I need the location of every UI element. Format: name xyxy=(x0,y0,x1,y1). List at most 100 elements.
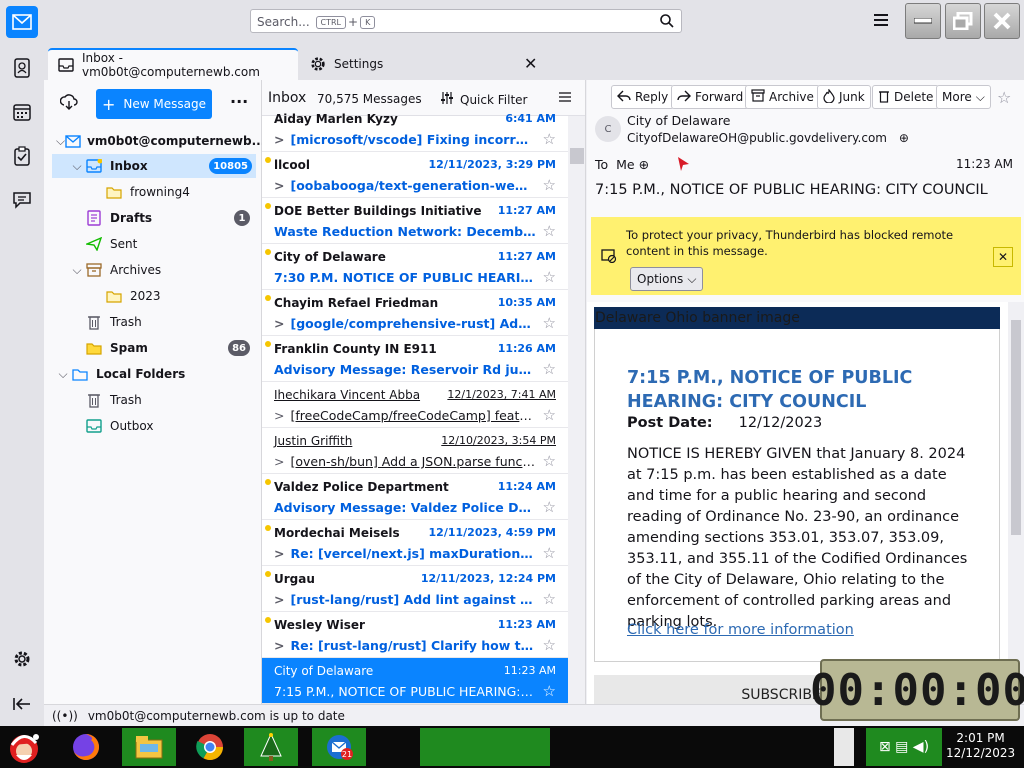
minimize-button[interactable] xyxy=(905,3,941,39)
calendar-icon[interactable] xyxy=(10,100,34,124)
spam-badge: 86 xyxy=(228,340,250,356)
folder-account[interactable]: ⌵ vm0b0t@computernewb.... xyxy=(56,129,270,153)
message-row[interactable]: Chayim Refael Friedman 10:35 AM > [google… xyxy=(262,290,568,336)
archive-button[interactable]: Archive xyxy=(745,85,820,109)
thunderbird-icon[interactable]: 21 xyxy=(312,728,366,766)
app-menu-icon[interactable] xyxy=(872,12,890,31)
taskbar-window[interactable] xyxy=(420,728,550,766)
folder-local-trash[interactable]: Trash xyxy=(84,388,250,412)
junk-button[interactable]: Junk xyxy=(817,85,871,109)
search-icon[interactable] xyxy=(659,13,675,32)
message-row[interactable]: Mordechai Meisels 12/11/2023, 4:59 PM > R… xyxy=(262,520,568,566)
close-notification-icon[interactable]: ✕ xyxy=(993,247,1013,267)
folder-inbox[interactable]: ⌵ Inbox 10805 xyxy=(52,154,256,178)
star-icon[interactable]: ☆ xyxy=(543,544,556,562)
star-icon[interactable]: ☆ xyxy=(543,590,556,608)
system-tray-icons[interactable]: ⊠ ▤ ◀) xyxy=(866,728,942,766)
privacy-text: To protect your privacy, Thunderbird has… xyxy=(626,228,954,258)
forward-button[interactable]: Forward xyxy=(671,85,750,109)
tab-inbox[interactable]: Inbox - vm0b0t@computernewb.com xyxy=(48,48,298,80)
folder-local-folders[interactable]: ⌵ Local Folders xyxy=(56,362,250,386)
message-row[interactable]: Urgau 12/11/2023, 12:24 PM > [rust-lang/r… xyxy=(262,566,568,612)
gear-icon xyxy=(310,56,326,72)
new-message-button[interactable]: + New Message xyxy=(96,89,212,119)
folder-sent[interactable]: Sent xyxy=(84,232,250,256)
message-row[interactable]: Franklin County IN E911 11:26 AM Advisor… xyxy=(262,336,568,382)
unread-dot xyxy=(265,249,271,255)
chat-icon[interactable] xyxy=(10,188,34,212)
scroll-thumb[interactable] xyxy=(1011,320,1021,535)
display-options-icon[interactable] xyxy=(558,90,572,107)
message-row[interactable]: Ihechikara Vincent Abba 12/1/2023, 7:41 … xyxy=(262,382,568,428)
tree-app-icon[interactable] xyxy=(244,728,298,766)
start-santa-icon[interactable] xyxy=(4,728,44,766)
star-icon[interactable]: ☆ xyxy=(543,452,556,470)
search-box[interactable]: Search... CTRL + K xyxy=(250,9,682,33)
options-button[interactable]: Options ⌵ xyxy=(630,267,704,291)
tasks-icon[interactable] xyxy=(10,144,34,168)
message-row[interactable]: Valdez Police Department 11:24 AM Adviso… xyxy=(262,474,568,520)
account-mail-icon xyxy=(65,134,81,148)
close-window-button[interactable] xyxy=(984,3,1020,39)
message-row[interactable]: City of Delaware 11:27 AM 7:30 P.M. NOTI… xyxy=(262,244,568,290)
message-row[interactable]: Wesley Wiser 11:23 AM > Re: [rust-lang/ru… xyxy=(262,612,568,658)
star-icon[interactable]: ☆ xyxy=(543,636,556,654)
reply-button[interactable]: Reply xyxy=(611,85,675,109)
delete-button[interactable]: Delete xyxy=(872,85,940,109)
restore-button[interactable] xyxy=(945,3,981,39)
star-icon[interactable]: ☆ xyxy=(543,268,556,286)
folder-outbox[interactable]: Outbox xyxy=(84,414,250,438)
message-row[interactable]: DOE Better Buildings Initiative 11:27 AM… xyxy=(262,198,568,244)
star-icon[interactable]: ☆ xyxy=(543,222,556,240)
star-icon[interactable]: ☆ xyxy=(543,176,556,194)
from-email[interactable]: CityofDelawareOH@public.govdelivery.com … xyxy=(627,131,909,145)
search-placeholder: Search... CTRL + K xyxy=(257,15,377,29)
star-icon[interactable]: ☆ xyxy=(543,360,556,378)
settings-gear-icon[interactable] xyxy=(10,647,34,671)
tab-settings[interactable]: Settings xyxy=(300,48,540,80)
more-options-icon[interactable]: ··· xyxy=(230,92,248,111)
star-icon[interactable]: ☆ xyxy=(543,314,556,332)
star-icon[interactable]: ☆ xyxy=(997,88,1011,107)
address-book-icon[interactable] xyxy=(10,56,34,80)
taskbar: 21 ⊠ ▤ ◀) 2:01 PM 12/12/2023 xyxy=(0,726,1024,768)
folder-frowning4[interactable]: frowning4 xyxy=(104,180,254,204)
scroll-thumb[interactable] xyxy=(570,148,584,164)
recipient-me[interactable]: Me xyxy=(616,157,634,172)
star-icon[interactable]: ☆ xyxy=(543,130,556,148)
timer-widget[interactable]: 00:00:00 xyxy=(810,659,1024,721)
outbox-icon xyxy=(84,419,104,433)
star-icon[interactable]: ☆ xyxy=(543,498,556,516)
message-row[interactable]: Aiday Marlen Kyzy 6:41 AM > [microsoft/vs… xyxy=(262,106,568,152)
mail-space-button[interactable] xyxy=(6,6,38,38)
message-row-selected[interactable]: City of Delaware 11:23 AM 7:15 P.M., NOT… xyxy=(262,658,568,704)
folder-trash[interactable]: Trash xyxy=(84,310,250,334)
unread-dot xyxy=(265,295,271,301)
folder-spam[interactable]: Spam 86 xyxy=(84,336,250,360)
file-explorer-icon[interactable] xyxy=(122,728,176,766)
plus-icon: + xyxy=(102,94,116,114)
more-info-link[interactable]: Click here for more information xyxy=(627,622,854,638)
folder-drafts[interactable]: Drafts 1 xyxy=(84,206,250,230)
chrome-icon[interactable] xyxy=(190,728,230,766)
clock[interactable]: 2:01 PM 12/12/2023 xyxy=(946,731,1015,761)
forward-icon xyxy=(677,90,691,105)
folder-2023[interactable]: 2023 xyxy=(104,284,250,308)
folder-archives[interactable]: ⌵ Archives xyxy=(70,258,250,282)
get-messages-icon[interactable] xyxy=(59,94,78,113)
star-icon[interactable]: ☆ xyxy=(543,682,556,700)
from-name[interactable]: City of Delaware xyxy=(627,113,730,128)
close-tab-icon[interactable]: ✕ xyxy=(524,54,537,73)
message-time: 11:23 AM xyxy=(956,157,1013,171)
thread-scrollbar[interactable] xyxy=(568,116,585,704)
message-row[interactable]: Justin Griffith 12/10/2023, 3:54 PM > [ov… xyxy=(262,428,568,474)
more-button[interactable]: More ⌵ xyxy=(936,85,991,109)
status-text: vm0b0t@computernewb.com is up to date xyxy=(87,708,345,723)
message-row[interactable]: llcool 12/11/2023, 3:29 PM > [oobabooga/t… xyxy=(262,152,568,198)
firefox-icon[interactable] xyxy=(66,728,106,766)
star-icon[interactable]: ☆ xyxy=(543,406,556,424)
collapse-spaces-icon[interactable] xyxy=(10,692,34,716)
message-scrollbar[interactable] xyxy=(1008,302,1024,704)
message-body: Delaware Ohio banner image 7:15 P.M., NO… xyxy=(587,302,1024,704)
banner-image: Delaware Ohio banner image xyxy=(594,307,1000,329)
